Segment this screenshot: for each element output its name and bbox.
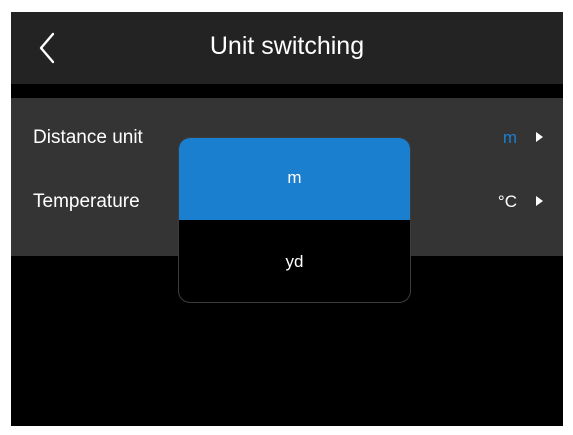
unit-dropdown: m yd	[178, 137, 411, 303]
header-bar: Unit switching	[11, 12, 563, 84]
temperature-unit-label: Temperature	[33, 191, 140, 212]
distance-unit-value: m	[502, 128, 517, 147]
dropdown-option-m[interactable]: m	[179, 138, 410, 220]
chevron-left-icon	[39, 32, 55, 64]
distance-unit-label: Distance unit	[33, 127, 143, 148]
caret-right-icon	[536, 196, 543, 206]
device-screen: Unit switching Distance unit m Temperatu…	[11, 12, 563, 426]
back-button[interactable]	[33, 30, 63, 66]
temperature-unit-value: °C	[497, 192, 517, 211]
page-title: Unit switching	[209, 32, 365, 60]
dropdown-option-yd[interactable]: yd	[179, 222, 410, 302]
caret-right-icon	[536, 132, 543, 142]
